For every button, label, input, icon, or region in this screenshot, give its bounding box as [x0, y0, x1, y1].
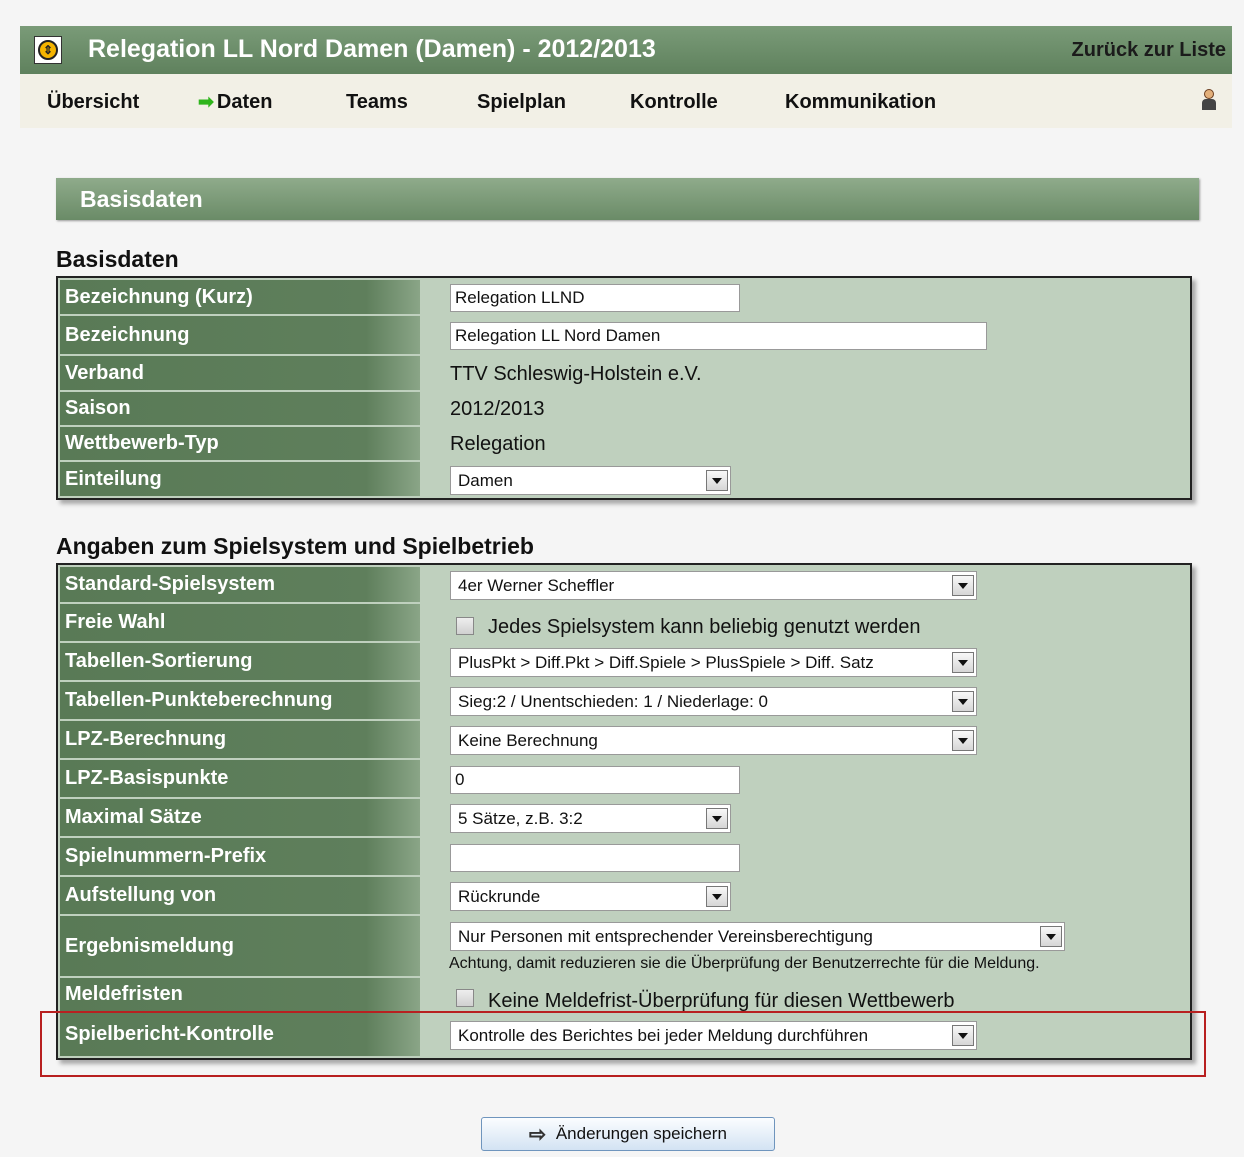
chevron-down-icon[interactable]: [952, 652, 974, 673]
nav-item-uebersicht[interactable]: Übersicht: [47, 91, 139, 114]
row-freie-wahl: Freie Wahl Jedes Spielsystem kann belieb…: [58, 604, 1192, 643]
meldefristen-checkbox[interactable]: [456, 989, 474, 1007]
main-nav: Übersicht ➡ Daten Teams Spielplan Kontrol…: [20, 74, 1232, 128]
ergebnismeldung-note: Achtung, damit reduzieren sie die Überpr…: [449, 955, 1040, 972]
row-lpz-berechnung: LPZ-Berechnung Keine Berechnung: [58, 721, 1192, 760]
row-ergebnismeldung: Ergebnismeldung Nur Personen mit entspre…: [58, 916, 1192, 978]
standard-spielsystem-value: 4er Werner Scheffler: [458, 576, 615, 595]
page-title: Relegation LL Nord Damen (Damen) - 2012/…: [88, 35, 656, 63]
spielsystem-heading: Angaben zum Spielsystem und Spielbetrieb: [56, 533, 534, 559]
row-bezeichnung-kurz: Bezeichnung (Kurz) Relegation LLND: [58, 280, 1192, 316]
section-title: Basisdaten: [80, 186, 203, 212]
aufstellung-von-select[interactable]: Rückrunde: [450, 882, 731, 911]
tabellen-sortierung-select[interactable]: PlusPkt > Diff.Pkt > Diff.Spiele > PlusS…: [450, 648, 977, 677]
label-tabellen-sortierung: Tabellen-Sortierung: [60, 643, 420, 680]
highlight-box: [40, 1011, 1206, 1077]
label-lpz-berechnung: LPZ-Berechnung: [60, 721, 420, 758]
label-saison: Saison: [60, 392, 420, 425]
label-freie-wahl: Freie Wahl: [60, 604, 420, 641]
label-maximal-saetze: Maximal Sätze: [60, 799, 420, 836]
basisdaten-heading: Basisdaten: [56, 246, 179, 272]
row-maximal-saetze: Maximal Sätze 5 Sätze, z.B. 3:2: [58, 799, 1192, 838]
spielsystem-panel: Standard-Spielsystem 4er Werner Scheffle…: [56, 563, 1192, 1060]
row-spielnummern-prefix: Spielnummern-Prefix: [58, 838, 1192, 877]
einteilung-value: Damen: [458, 471, 513, 490]
row-meldefristen: Meldefristen Keine Meldefrist-Überprüfun…: [58, 978, 1192, 1013]
maximal-saetze-select[interactable]: 5 Sätze, z.B. 3:2: [450, 804, 731, 833]
arrow-right-icon: ⇨: [529, 1123, 547, 1146]
chevron-down-icon[interactable]: [1040, 926, 1062, 947]
save-button[interactable]: ⇨ Änderungen speichern: [481, 1117, 775, 1151]
tabellen-punkteberechnung-select[interactable]: Sieg:2 / Unentschieden: 1 / Niederlage: …: [450, 687, 977, 716]
ergebnismeldung-select[interactable]: Nur Personen mit entsprechender Vereinsb…: [450, 922, 1065, 951]
nav-item-daten-label: Daten: [216, 91, 273, 113]
aufstellung-von-value: Rückrunde: [458, 887, 541, 906]
bezeichnung-input[interactable]: Relegation LL Nord Damen: [450, 322, 987, 350]
row-tabellen-punkteberechnung: Tabellen-Punkteberechnung Sieg:2 / Unent…: [58, 682, 1192, 721]
row-bezeichnung: Bezeichnung Relegation LL Nord Damen: [58, 316, 1192, 356]
label-bezeichnung-kurz: Bezeichnung (Kurz): [60, 280, 420, 314]
basisdaten-panel: Bezeichnung (Kurz) Relegation LLND Bezei…: [56, 276, 1192, 500]
logo-icon: ⇕: [34, 36, 62, 64]
user-icon[interactable]: [1202, 89, 1216, 111]
saison-value: 2012/2013: [450, 398, 545, 420]
lpz-berechnung-select[interactable]: Keine Berechnung: [450, 726, 977, 755]
row-wettbewerb-typ: Wettbewerb-Typ Relegation: [58, 427, 1192, 462]
nav-item-daten[interactable]: ➡ Daten: [198, 91, 273, 114]
label-wettbewerb-typ: Wettbewerb-Typ: [60, 427, 420, 460]
chevron-down-icon[interactable]: [952, 575, 974, 596]
nav-item-kontrolle[interactable]: Kontrolle: [630, 91, 718, 114]
save-button-label: Änderungen speichern: [555, 1124, 727, 1143]
section-header: Basisdaten: [56, 178, 1199, 220]
back-to-list-link[interactable]: Zurück zur Liste: [1072, 39, 1226, 62]
freie-wahl-text: Jedes Spielsystem kann beliebig genutzt …: [488, 616, 921, 638]
row-tabellen-sortierung: Tabellen-Sortierung PlusPkt > Diff.Pkt >…: [58, 643, 1192, 682]
bezeichnung-kurz-input[interactable]: Relegation LLND: [450, 284, 740, 312]
nav-item-kommunikation[interactable]: Kommunikation: [785, 91, 936, 114]
maximal-saetze-value: 5 Sätze, z.B. 3:2: [458, 809, 583, 828]
row-verband: Verband TTV Schleswig-Holstein e.V.: [58, 356, 1192, 392]
label-aufstellung-von: Aufstellung von: [60, 877, 420, 914]
lpz-berechnung-value: Keine Berechnung: [458, 731, 598, 750]
standard-spielsystem-select[interactable]: 4er Werner Scheffler: [450, 571, 977, 600]
nav-item-teams[interactable]: Teams: [346, 91, 408, 114]
chevron-down-icon[interactable]: [952, 730, 974, 751]
label-bezeichnung: Bezeichnung: [60, 316, 420, 354]
row-saison: Saison 2012/2013: [58, 392, 1192, 427]
label-tabellen-punkteberechnung: Tabellen-Punkteberechnung: [60, 682, 420, 719]
chevron-down-icon[interactable]: [706, 470, 728, 491]
tabellen-punkteberechnung-value: Sieg:2 / Unentschieden: 1 / Niederlage: …: [458, 692, 768, 711]
label-verband: Verband: [60, 356, 420, 390]
label-standard-spielsystem: Standard-Spielsystem: [60, 567, 420, 602]
chevron-down-icon[interactable]: [706, 808, 728, 829]
label-meldefristen: Meldefristen: [60, 978, 420, 1011]
row-einteilung: Einteilung Damen: [58, 462, 1192, 498]
label-einteilung: Einteilung: [60, 462, 420, 496]
label-ergebnismeldung: Ergebnismeldung: [60, 916, 420, 976]
lpz-basispunkte-input[interactable]: 0: [450, 766, 740, 794]
label-spielnummern-prefix: Spielnummern-Prefix: [60, 838, 420, 875]
tabellen-sortierung-value: PlusPkt > Diff.Pkt > Diff.Spiele > PlusS…: [458, 653, 874, 672]
row-lpz-basispunkte: LPZ-Basispunkte 0: [58, 760, 1192, 799]
row-standard-spielsystem: Standard-Spielsystem 4er Werner Scheffle…: [58, 567, 1192, 604]
meldefristen-text: Keine Meldefrist-Überprüfung für diesen …: [488, 990, 955, 1012]
chevron-down-icon[interactable]: [952, 691, 974, 712]
nav-item-spielplan[interactable]: Spielplan: [477, 91, 566, 114]
app-header: ⇕ Relegation LL Nord Damen (Damen) - 201…: [20, 26, 1232, 74]
ergebnismeldung-value: Nur Personen mit entsprechender Vereinsb…: [458, 927, 873, 946]
verband-value: TTV Schleswig-Holstein e.V.: [450, 362, 702, 385]
arrow-right-icon: ➡: [198, 92, 214, 113]
row-aufstellung-von: Aufstellung von Rückrunde: [58, 877, 1192, 916]
freie-wahl-checkbox[interactable]: [456, 617, 474, 635]
label-lpz-basispunkte: LPZ-Basispunkte: [60, 760, 420, 797]
spielnummern-prefix-input[interactable]: [450, 844, 740, 872]
chevron-down-icon[interactable]: [706, 886, 728, 907]
wettbewerb-typ-value: Relegation: [450, 433, 546, 455]
einteilung-select[interactable]: Damen: [450, 466, 731, 495]
